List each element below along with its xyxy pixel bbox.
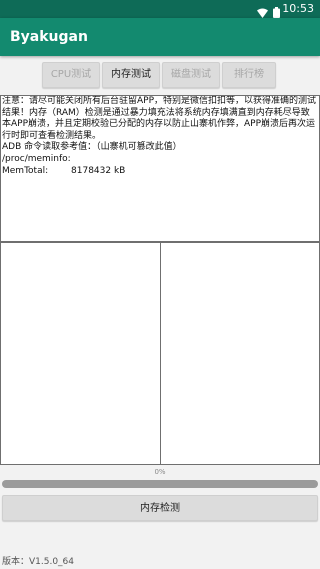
memory-test-button[interactable]: 内存检测 [2, 495, 318, 521]
tab-memory[interactable]: 内存测试 [102, 62, 160, 88]
progress-bar [2, 480, 318, 488]
adb-reference-text: ADB 命令读取参考值：（山寨机可篡改此值） [2, 142, 182, 153]
version-label: 版本：V1.5.0_64 [2, 557, 75, 567]
info-panel: 注意：请尽可能关闭所有后台驻留APP，特别是微信扣扣等，以获得准确的测试结果！内… [0, 95, 320, 242]
graph-area [0, 242, 320, 466]
test-tabs: CPU测试 内存测试 磁盘测试 排行榜 [0, 62, 320, 88]
memtotal-label: MemTotal: [2, 165, 49, 176]
tab-disk[interactable]: 磁盘测试 [162, 62, 220, 88]
status-bar: 10:53 [0, 0, 320, 18]
memtotal-value: 8178432 kB [71, 165, 126, 176]
progress-label: 0% [154, 468, 166, 476]
memtotal-row: MemTotal: 8178432 kB [2, 166, 318, 178]
graph-panel-left [0, 242, 161, 465]
graph-panel-right [160, 242, 320, 465]
notice-text: 注意：请尽可能关闭所有后台驻留APP，特别是微信扣扣等，以获得准确的测试结果！内… [2, 96, 317, 141]
app-title: Byakugan [10, 29, 88, 45]
app-bar: Byakugan [0, 18, 320, 56]
tab-leaderboard[interactable]: 排行榜 [222, 62, 276, 88]
tab-cpu[interactable]: CPU测试 [42, 62, 100, 88]
meminfo-path: /proc/meminfo: [2, 153, 71, 164]
status-time: 10:53 [282, 2, 314, 15]
